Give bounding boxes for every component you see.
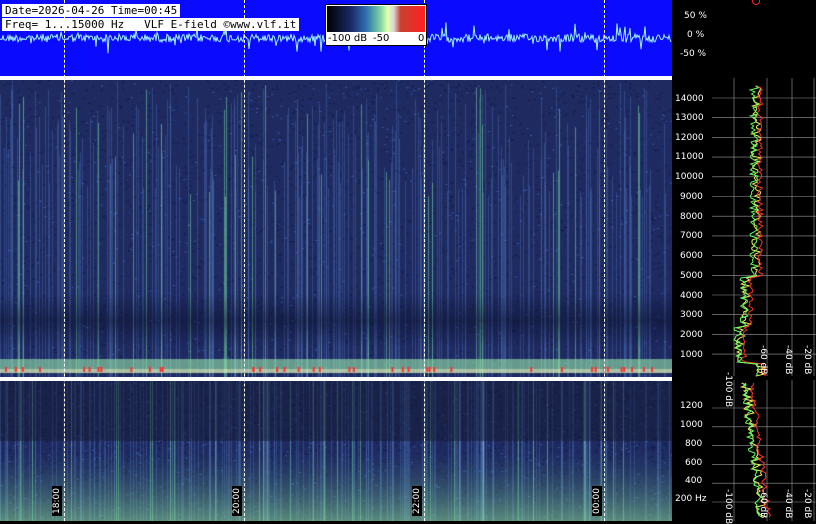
color-scale-mid-label: -50 xyxy=(373,33,390,44)
freq-tick-label: 8000 xyxy=(680,212,703,222)
color-scale-min-label: -100 dB xyxy=(328,33,368,44)
time-label: 22:00 xyxy=(412,486,422,516)
db-tick-label: -20 dB xyxy=(802,489,812,519)
spectrogram-main xyxy=(0,80,672,377)
time-label: 20:00 xyxy=(232,486,242,516)
time-gridline xyxy=(64,0,65,521)
waveform-scale-label: 50 % xyxy=(684,11,707,21)
freq-tick-label: 5000 xyxy=(680,271,703,281)
time-gridline xyxy=(244,0,245,521)
spectrum-profile-average xyxy=(733,85,767,377)
freq-tick-label: 12000 xyxy=(675,133,704,143)
spectrogram-low-canvas xyxy=(0,381,672,521)
time-label: 00:00 xyxy=(592,486,602,516)
db-tick-label: -60 dB xyxy=(758,345,768,375)
freq-tick-label: 6000 xyxy=(680,251,703,261)
spectrum-grid-main xyxy=(712,78,816,376)
waveform-scale-label: 0 % xyxy=(687,30,705,40)
spectrogram-main-canvas xyxy=(0,80,672,377)
spectrum-profile-min xyxy=(733,85,760,377)
db-tick-label: -40 dB xyxy=(783,489,793,519)
db-tick-label: -100 dB xyxy=(723,372,733,408)
time-label: 18:00 xyxy=(52,486,62,516)
spectrogram-low xyxy=(0,381,672,521)
time-gridline xyxy=(604,0,605,521)
color-scale-max-label: 0 xyxy=(418,33,425,44)
frequency-source-label: Freq= 1...15000 Hz VLF E-field ©www.vlf.… xyxy=(2,18,300,31)
freq-tick-label: 11000 xyxy=(675,152,704,162)
freq-tick-label: 14000 xyxy=(675,94,704,104)
freq-tick-label: 400 xyxy=(685,476,703,486)
freq-tick-label: 13000 xyxy=(675,113,704,123)
freq-tick-label: 10000 xyxy=(675,172,704,182)
freq-tick-label: 9000 xyxy=(680,192,703,202)
date-time-label: Date=2026-04-26 Time=00:45 xyxy=(2,4,181,17)
freq-tick-label: 1000 xyxy=(680,350,703,360)
color-scale-legend: -100 dB -50 0 xyxy=(325,4,427,46)
freq-tick-label: 1200 xyxy=(680,401,703,411)
freq-tick-label: 2000 xyxy=(680,330,703,340)
color-scale-gradient xyxy=(327,6,425,32)
db-tick-label: -20 dB xyxy=(802,345,812,375)
freq-tick-label: 200 Hz xyxy=(675,494,707,504)
time-gridline xyxy=(424,0,425,521)
freq-tick-label: 1000 xyxy=(680,420,703,430)
db-tick-label: -40 dB xyxy=(783,345,793,375)
freq-tick-label: 4000 xyxy=(680,291,703,301)
db-tick-label: -100 dB xyxy=(723,489,733,524)
waveform-scale-label: -50 % xyxy=(680,49,707,59)
freq-tick-label: 600 xyxy=(685,458,703,468)
db-tick-label: -60 dB xyxy=(758,489,768,519)
freq-tick-label: 800 xyxy=(685,439,703,449)
freq-tick-label: 3000 xyxy=(680,310,703,320)
overflow-marker xyxy=(752,0,760,5)
freq-tick-label: 7000 xyxy=(680,231,703,241)
